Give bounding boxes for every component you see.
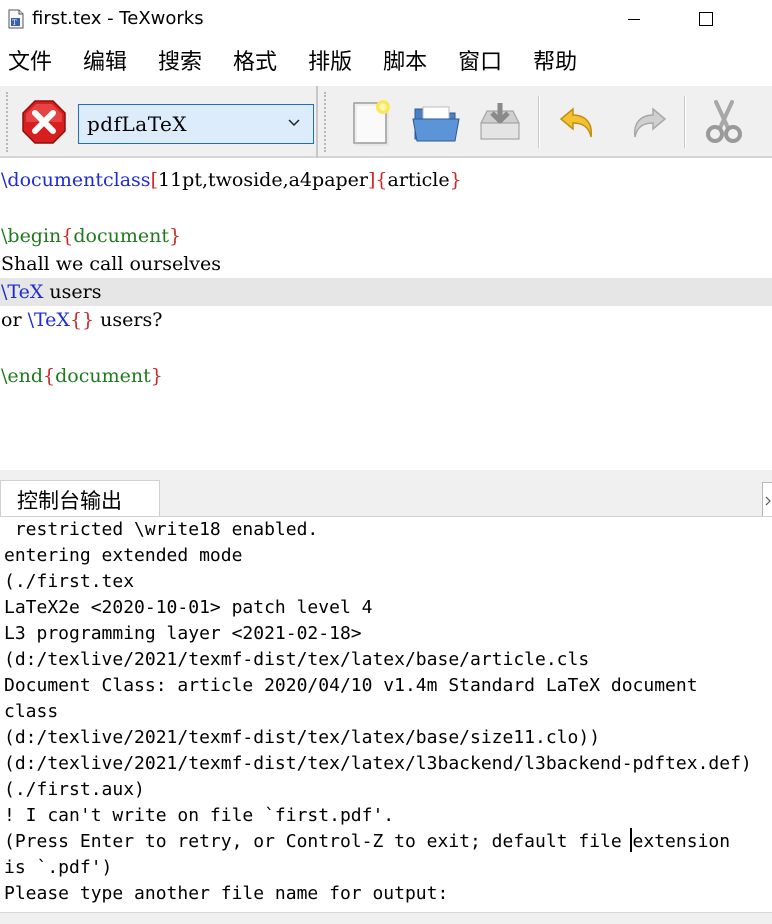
new-document-button[interactable]: [344, 96, 396, 148]
undo-icon: [559, 107, 593, 138]
console-line: (./first.tex: [4, 571, 135, 592]
engine-value: pdfLaTeX: [87, 112, 188, 136]
code-line: \begin{document}: [0, 222, 772, 250]
console-input-prompt[interactable]: Please type another file name for output…: [4, 881, 448, 907]
argument-text: article: [387, 169, 450, 191]
latex-command: \TeX: [1, 281, 44, 303]
open-button[interactable]: [410, 96, 462, 148]
tex-document-icon: T: [8, 9, 24, 29]
console-line: (Press Enter to retry, or Control-Z to e…: [4, 831, 731, 852]
status-bar: [0, 912, 772, 924]
bracket: {: [61, 225, 74, 247]
console-line: entering extended mode: [4, 545, 243, 566]
redo-icon: [633, 107, 667, 138]
latex-command: \begin: [1, 225, 62, 247]
menu-format[interactable]: 格式: [233, 42, 277, 84]
console-line: ! I can't write on file `first.pdf'.: [4, 805, 395, 826]
stop-typeset-icon: [22, 100, 66, 144]
console-line: (./first.aux): [4, 779, 145, 800]
code-line: Shall we call ourselves: [1, 253, 222, 275]
typeset-engine-select[interactable]: pdfLaTeX: [78, 104, 314, 144]
plain-text: users: [43, 281, 102, 303]
bracket: ]{: [368, 169, 388, 191]
redo-button[interactable]: [622, 96, 674, 148]
console-line: (d:/texlive/2021/texmf-dist/tex/latex/l3…: [4, 753, 752, 774]
maximize-icon: [699, 12, 713, 26]
plain-text: users?: [94, 309, 163, 331]
plain-text: or: [1, 309, 28, 331]
toolbar-separator: [538, 96, 539, 148]
menu-typeset[interactable]: 排版: [308, 42, 352, 84]
cut-button[interactable]: [698, 96, 750, 148]
console-tab-label: 控制台输出: [17, 488, 122, 513]
svg-text:T: T: [12, 19, 17, 27]
menu-help[interactable]: 帮助: [533, 42, 577, 84]
save-icon: [480, 103, 520, 140]
bracket: {}: [69, 309, 95, 331]
menu-bar: 文件 编辑 搜索 格式 排版 脚本 窗口 帮助: [0, 42, 772, 84]
text-cursor: [630, 828, 632, 852]
source-editor[interactable]: \documentclass[11pt,twoside,a4paper]{art…: [0, 166, 772, 468]
console-line: LaTeX2e <2020-10-01> patch level 4: [4, 597, 373, 618]
code-line: \documentclass[11pt,twoside,a4paper]{art…: [0, 166, 772, 194]
console-line: Document Class: article 2020/04/10 v1.4m…: [4, 675, 698, 696]
minimize-button[interactable]: [610, 0, 658, 38]
toolbar-divider: [316, 86, 318, 158]
bracket: {: [43, 365, 56, 387]
latex-command: \end: [1, 365, 44, 387]
console-output[interactable]: restricted \write18 enabled. entering ex…: [0, 516, 772, 912]
bracket: }: [150, 365, 163, 387]
cut-icon: [706, 100, 742, 143]
code-line: \end{document}: [0, 362, 772, 390]
menu-window[interactable]: 窗口: [458, 42, 502, 84]
chevron-right-icon: [765, 496, 771, 506]
undo-button[interactable]: [552, 96, 604, 148]
argument-text: document: [73, 225, 170, 247]
bracket: [: [150, 169, 158, 191]
open-folder-icon: [412, 106, 460, 142]
menu-search[interactable]: 搜索: [158, 42, 202, 84]
argument-text: document: [55, 365, 151, 387]
menu-file[interactable]: 文件: [8, 42, 52, 84]
stop-typeset-button[interactable]: [18, 96, 70, 148]
console-line: (d:/texlive/2021/texmf-dist/tex/latex/ba…: [4, 727, 601, 748]
console-line: restricted \write18 enabled.: [4, 519, 319, 540]
toolbar-separator: [684, 96, 685, 148]
console-line: is `.pdf'): [4, 857, 113, 878]
latex-command: \TeX: [27, 309, 70, 331]
menu-edit[interactable]: 编辑: [83, 42, 127, 84]
save-button[interactable]: [474, 96, 526, 148]
bracket: }: [169, 225, 182, 247]
title-bar: T first.tex - TeXworks: [0, 0, 772, 38]
tab-console-output[interactable]: 控制台输出: [0, 480, 160, 518]
window-title: first.tex - TeXworks: [32, 8, 204, 29]
minimize-icon: [628, 18, 640, 20]
option-text: 11pt,twoside,a4paper: [157, 169, 369, 191]
maximize-button[interactable]: [682, 0, 730, 38]
console-line: (d:/texlive/2021/texmf-dist/tex/latex/ba…: [4, 649, 590, 670]
console-line: class: [4, 701, 59, 722]
toolbar-grip[interactable]: [6, 92, 9, 152]
chevron-down-icon: [287, 115, 301, 134]
toolbar-grip[interactable]: [324, 92, 327, 152]
tab-scroll-button[interactable]: [762, 482, 772, 520]
code-line-current: \TeX users: [0, 278, 772, 306]
latex-command: \documentclass: [1, 169, 151, 191]
toolbar: pdfLaTeX: [0, 86, 772, 158]
console-line: L3 programming layer <2021-02-18>: [4, 623, 362, 644]
new-document-icon: [353, 100, 390, 146]
code-line: or \TeX{} users?: [0, 306, 772, 334]
bracket: }: [449, 169, 462, 191]
menu-scripts[interactable]: 脚本: [383, 42, 427, 84]
